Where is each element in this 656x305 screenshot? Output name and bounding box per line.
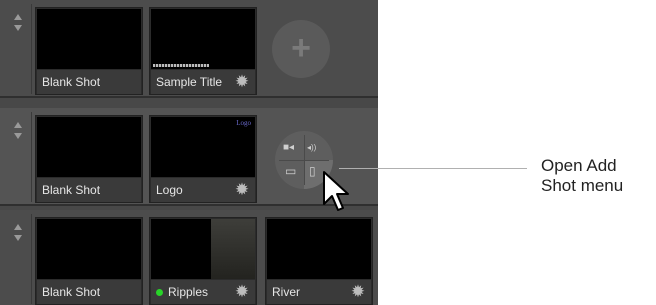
move-up-arrow-icon[interactable] [14, 224, 22, 230]
shot-thumbnail [37, 219, 141, 279]
shot-label: Blank Shot [42, 285, 101, 299]
move-up-arrow-icon[interactable] [14, 14, 22, 20]
shot-blank[interactable]: Blank Shot [35, 7, 143, 95]
shot-blank[interactable]: Blank Shot [35, 217, 143, 305]
gear-icon[interactable]: ✹ [233, 283, 251, 301]
document-icon: ▯ [309, 164, 316, 178]
shot-label-bar: Blank Shot [37, 70, 141, 94]
audio-icon: ◂)) [307, 143, 317, 152]
move-up-arrow-icon[interactable] [14, 122, 22, 128]
video-thumbnail [267, 219, 371, 279]
plus-icon: + [291, 29, 311, 67]
gear-icon[interactable]: ✹ [233, 181, 251, 199]
shot-label-bar: Blank Shot [37, 280, 141, 304]
shot-thumbnail [37, 9, 141, 69]
shot-ripples[interactable]: Ripples ✹ [149, 217, 257, 305]
shot-label: Sample Title [156, 75, 223, 89]
shot-layer-1: Blank Shot Sample Title ✹ + [0, 0, 378, 98]
shot-blank[interactable]: Blank Shot [35, 115, 143, 203]
shot-layers-panel: Blank Shot Sample Title ✹ + Blank Shot L… [0, 0, 378, 305]
shot-river[interactable]: River ✹ [265, 217, 373, 305]
video-thumbnail [151, 219, 255, 279]
title-preview-text [153, 64, 209, 67]
callout-label: Open Add Shot menu [541, 156, 623, 196]
shot-label-bar: River ✹ [267, 280, 371, 304]
add-audio-shot-button[interactable]: ◂)) [304, 131, 333, 160]
mouse-pointer-icon [323, 171, 349, 211]
shot-logo[interactable]: Logo Logo ✹ [149, 115, 257, 203]
shot-label-bar: Ripples ✹ [151, 280, 255, 304]
callout-line-1: Open Add [541, 156, 617, 175]
divider [31, 112, 32, 202]
shot-sample-title[interactable]: Sample Title ✹ [149, 7, 257, 95]
shot-thumbnail: Logo [151, 117, 255, 177]
divider [31, 214, 32, 304]
live-status-dot [156, 289, 163, 296]
shot-label: River [272, 285, 301, 299]
monitor-icon: ▭ [285, 164, 297, 178]
callout-leader-line [339, 168, 527, 169]
thumbnail-rock-shape [211, 219, 255, 279]
shot-label-bar: Blank Shot [37, 178, 141, 202]
gear-icon[interactable]: ✹ [349, 283, 367, 301]
gear-icon[interactable]: ✹ [233, 73, 251, 91]
shot-label-bar: Logo ✹ [151, 178, 255, 202]
add-shot-button[interactable]: + [272, 20, 330, 78]
move-down-arrow-icon[interactable] [14, 25, 22, 31]
add-monitor-shot-button[interactable]: ▭ [275, 160, 304, 189]
camera-icon: ■◂ [283, 142, 295, 153]
add-camera-shot-button[interactable]: ■◂ [275, 131, 304, 160]
shot-label: Blank Shot [42, 75, 101, 89]
divider [279, 160, 329, 161]
shot-thumbnail [151, 9, 255, 69]
shot-label: Ripples [168, 285, 209, 299]
shot-thumbnail [37, 117, 141, 177]
shot-label-bar: Sample Title ✹ [151, 70, 255, 94]
shot-label: Logo [156, 183, 183, 197]
layer-reorder-handle[interactable] [3, 218, 31, 302]
shot-label: Blank Shot [42, 183, 101, 197]
callout-line-2: Shot menu [541, 176, 624, 195]
layer-reorder-handle[interactable] [3, 8, 31, 92]
move-down-arrow-icon[interactable] [14, 133, 22, 139]
shot-layer-3: Blank Shot Ripples ✹ River ✹ [0, 210, 378, 305]
move-down-arrow-icon[interactable] [14, 235, 22, 241]
divider [31, 4, 32, 94]
logo-preview-text: Logo [236, 119, 251, 127]
layer-reorder-handle[interactable] [3, 116, 31, 200]
